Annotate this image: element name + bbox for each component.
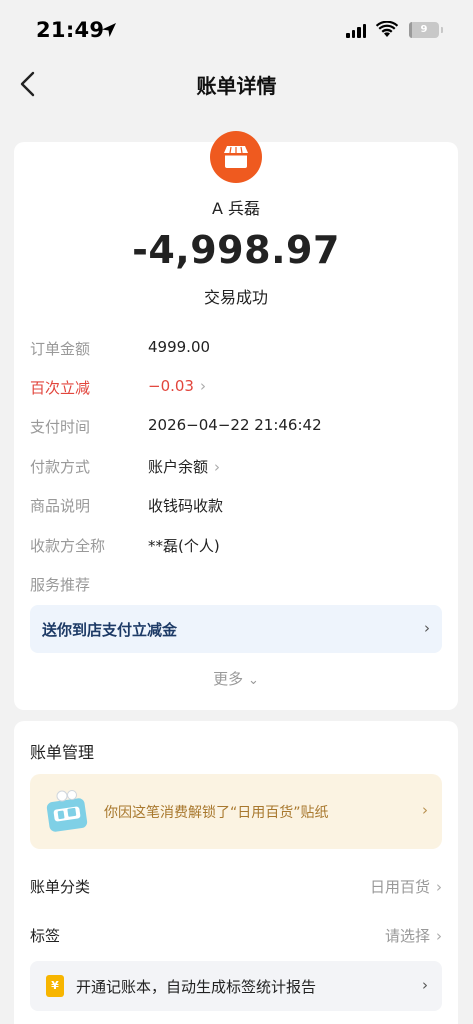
- more-label: 更多: [213, 670, 244, 688]
- chevron-right-icon: ›: [424, 619, 430, 637]
- battery-level: 9: [420, 24, 428, 35]
- detail-value: 收钱码收款: [148, 497, 224, 515]
- transaction-status: 交易成功: [203, 288, 268, 307]
- category-label: 账单分类: [30, 878, 91, 896]
- battery-icon: 9: [409, 22, 439, 38]
- detail-row-pay-time: 支付时间 2026−04−22 21:46:42: [30, 416, 442, 440]
- chevron-right-icon: ›: [199, 377, 206, 395]
- detail-value: 4999.00: [148, 338, 211, 356]
- detail-label: 服务推荐: [30, 576, 91, 594]
- store-icon: [224, 146, 248, 168]
- detail-row-pay-method[interactable]: 付款方式 账户余额 ›: [30, 456, 442, 480]
- status-time: 21:49: [36, 18, 105, 42]
- promo-text: 送你到店支付立减金: [42, 621, 178, 639]
- detail-value: 2026−04−22 21:46:42: [148, 416, 322, 434]
- sticker-text: 你因这笔消费解锁了“日用百货”贴纸: [104, 805, 329, 821]
- detail-value: −0.03: [148, 377, 194, 395]
- ledger-banner[interactable]: ¥ 开通记账本，自动生成标签统计报告 ›: [30, 961, 442, 1011]
- detail-value: **磊(个人): [148, 537, 220, 555]
- detail-label: 商品说明: [30, 497, 91, 515]
- ledger-icon: ¥: [46, 975, 64, 997]
- location-arrow-icon: [102, 23, 116, 37]
- promo-banner[interactable]: 送你到店支付立减金 ›: [30, 605, 442, 653]
- ledger-text: 开通记账本，自动生成标签统计报告: [76, 978, 317, 996]
- chevron-down-icon: ⌄: [247, 673, 259, 688]
- detail-row-description: 商品说明 收钱码收款: [30, 495, 442, 519]
- wifi-icon: [376, 21, 398, 37]
- status-bar: 21:49 9: [0, 0, 473, 56]
- battery-tip: [441, 27, 443, 33]
- detail-label: 支付时间: [30, 418, 91, 436]
- tag-row[interactable]: 标签 请选择 ›: [30, 925, 442, 949]
- discount-value-group: −0.03 ›: [148, 377, 206, 395]
- chevron-right-icon: ›: [436, 927, 442, 945]
- bill-management-card: 账单管理 你因这笔消费解锁了“日用百货”贴纸 › 账单分类 日用百货 › 标签 请…: [14, 721, 458, 1024]
- detail-label: 付款方式: [30, 458, 91, 476]
- bill-detail-card: A 兵磊 -4,998.97 交易成功 订单金额 4999.00 百次立减 −0…: [14, 131, 458, 710]
- sticker-icon: [46, 790, 88, 832]
- detail-row-discount[interactable]: 百次立减 −0.03 ›: [30, 377, 442, 401]
- category-row[interactable]: 账单分类 日用百货 ›: [30, 876, 442, 900]
- detail-value: 账户余额: [148, 458, 209, 476]
- pay-method-value-group: 账户余额 ›: [148, 456, 220, 477]
- merchant-logo: [210, 131, 262, 183]
- merchant-name: A 兵磊: [211, 199, 261, 218]
- category-value: 日用百货: [369, 878, 430, 896]
- chevron-right-icon: ›: [422, 801, 428, 819]
- chevron-right-icon: ›: [422, 976, 428, 994]
- cellular-signal-icon: [346, 24, 366, 38]
- transaction-amount: -4,998.97: [132, 228, 340, 272]
- detail-label: 收款方全称: [30, 537, 106, 555]
- page-title: 账单详情: [196, 74, 277, 98]
- detail-row-service: 服务推荐: [30, 574, 442, 598]
- tag-value-group: 请选择 ›: [385, 925, 442, 946]
- tag-label: 标签: [30, 927, 61, 945]
- detail-row-order-amount: 订单金额 4999.00: [30, 338, 442, 362]
- chevron-right-icon: ›: [214, 458, 221, 476]
- section-title: 账单管理: [30, 743, 95, 762]
- chevron-right-icon: ›: [436, 878, 442, 896]
- detail-label: 订单金额: [30, 340, 91, 358]
- tag-value: 请选择: [384, 927, 430, 945]
- category-value-group: 日用百货 ›: [370, 876, 442, 897]
- more-button[interactable]: 更多 ⌄: [14, 668, 458, 689]
- detail-row-payee: 收款方全称 **磊(个人): [30, 535, 442, 559]
- detail-label: 百次立减: [30, 379, 91, 397]
- sticker-banner[interactable]: 你因这笔消费解锁了“日用百货”贴纸 ›: [30, 774, 442, 849]
